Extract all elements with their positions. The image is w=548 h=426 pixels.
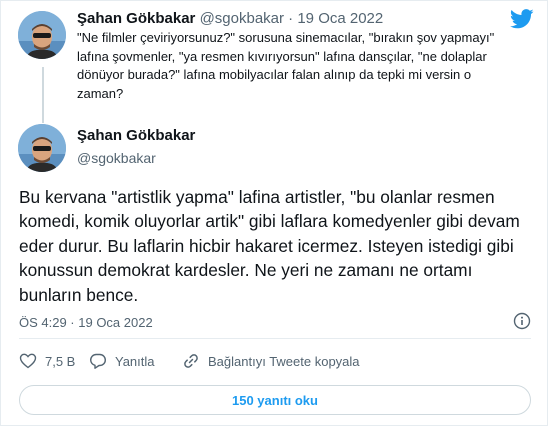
main-tweet-text: Bu kervana "artistlik yapma" lafina arti… [19,187,520,305]
main-author-name[interactable]: Şahan Gökbakar [77,127,195,145]
parent-author-name[interactable]: Şahan Gökbakar [77,10,195,27]
divider [19,338,531,339]
reply-button[interactable]: Yanıtla [89,351,155,371]
avatar[interactable] [18,11,66,59]
tweet-timestamp[interactable]: ÖS 4:29 · 19 Oca 2022 [19,314,153,332]
parent-author-handle[interactable]: @sgokbakar [200,10,284,27]
parent-tweet-text: "Ne filmler çeviriyorsunuz?" sorusuna si… [77,30,495,101]
like-button[interactable]: 7,5 B [19,351,75,371]
link-icon [184,354,198,368]
info-icon[interactable] [513,312,531,330]
reply-bubble-icon [90,353,106,369]
thread-connector-line [42,67,44,123]
parent-date[interactable]: 19 Oca 2022 [297,10,383,27]
twitter-bird-icon[interactable] [510,9,534,29]
tweet-card: Şahan Gökbakar @sgokbakar · 19 Oca 2022 … [0,0,548,426]
read-replies-button[interactable]: 150 yanıtı oku [19,385,531,415]
parent-separator: · [288,10,294,27]
main-author-handle[interactable]: @sgokbakar [77,149,156,167]
parent-tweet-header: Şahan Gökbakar @sgokbakar · 19 Oca 2022 [77,10,383,28]
reply-label: Yanıtla [115,353,155,369]
copy-link-label: Bağlantıyı Tweete kopyala [208,353,360,369]
like-count: 7,5 B [45,353,76,369]
avatar[interactable] [18,124,66,172]
copy-link-button[interactable]: Bağlantıyı Tweete kopyala [182,351,360,371]
heart-icon [19,353,37,369]
